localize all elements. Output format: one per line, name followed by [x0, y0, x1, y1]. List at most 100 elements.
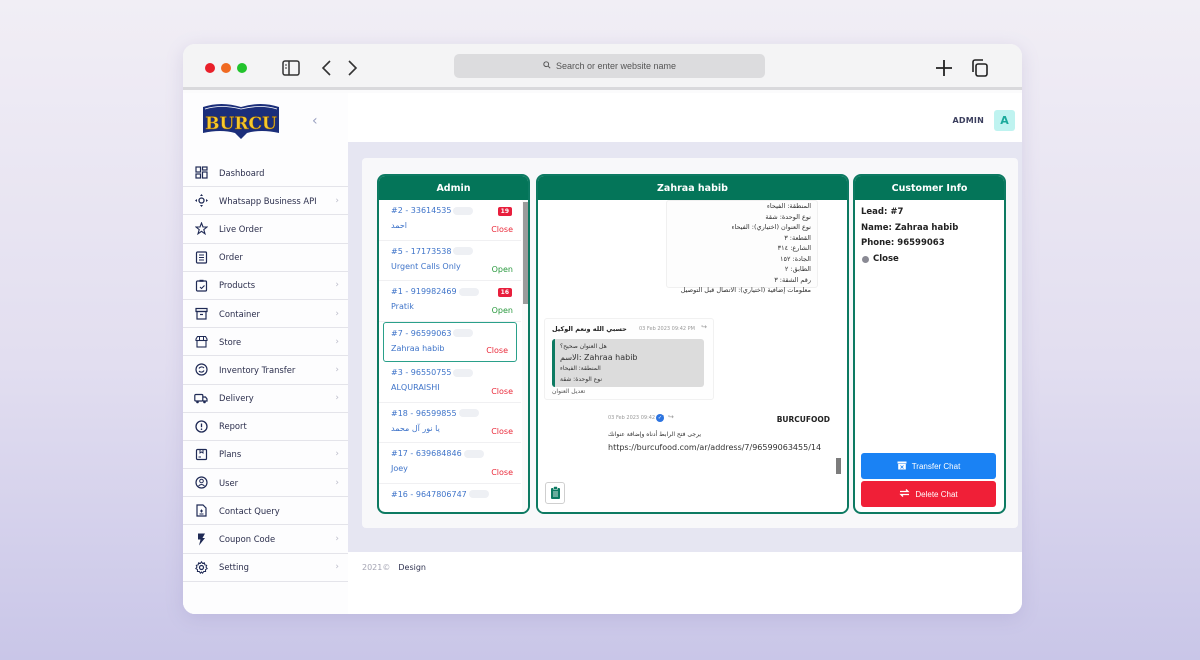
store-icon	[194, 335, 208, 349]
forward-icon[interactable]	[341, 57, 363, 79]
sidebar-item-inventory-transfer[interactable]: Inventory Transfer ›	[183, 356, 348, 385]
lead-number: Lead: #7	[861, 207, 904, 217]
quote-line: هل العنوان صحيح؟	[560, 343, 607, 350]
chevron-right-icon: ›	[335, 393, 339, 404]
tabs-icon[interactable]	[969, 57, 991, 79]
sidebar-item-delivery[interactable]: Delivery ›	[183, 385, 348, 413]
chevron-right-icon: ›	[335, 477, 339, 488]
clipboard-check-icon	[194, 278, 208, 292]
url-bar[interactable]: Search or enter website name	[454, 54, 765, 78]
sidebar-item-dashboard[interactable]: Dashboard	[183, 159, 348, 188]
conversation-item[interactable]: #18 - 96599855 يا نور آل محمد Close	[379, 403, 521, 443]
browser-toolbar: Search or enter website name	[183, 44, 1022, 90]
delete-chat-button[interactable]: Delete Chat	[861, 481, 996, 507]
message-text: يرجى فتح الرابط أدناه وإضافة عنوانك	[608, 431, 702, 438]
sidebar-item-report[interactable]: Report	[183, 413, 348, 441]
forward-icon[interactable]: ↪	[701, 323, 707, 331]
conversation-status: Open	[491, 305, 513, 315]
conversation-item[interactable]: #16 - 9647806747	[379, 484, 521, 513]
sidebar-item-products[interactable]: Products ›	[183, 272, 348, 300]
conversation-status: Close	[491, 386, 513, 396]
conversation-number: #3 - 96550755	[391, 368, 509, 377]
sidebar-item-label: Products	[219, 280, 256, 291]
forward-icon[interactable]: ↪	[668, 413, 674, 421]
conversation-status: Close	[491, 224, 513, 234]
browser-window: Search or enter website name BURCU ‹ Das…	[183, 44, 1022, 614]
chat-panel: Zahraa habib المنطقة: الفيحاء نوع الوحدة:…	[536, 174, 849, 514]
sidebar-item-store[interactable]: Store ›	[183, 328, 348, 357]
conversation-item[interactable]: #3 - 96550755 ALQURAISHI Close	[379, 362, 521, 403]
message-line: نوع الوحدة: شقة	[765, 212, 811, 221]
archive-icon	[194, 307, 208, 321]
sidebar-item-plans[interactable]: Plans ›	[183, 441, 348, 470]
plans-icon	[194, 447, 208, 461]
sidebar-item-label: Live Order	[219, 223, 263, 234]
conversation-number: #1 - 919982469	[391, 287, 509, 296]
maximize-window-button[interactable]	[237, 63, 247, 73]
customer-name: Name: Zahraa habib	[861, 222, 959, 233]
message-address-details: المنطقة: الفيحاء نوع الوحدة: شقة نوع العنو…	[666, 200, 818, 294]
admin-panel-title: Admin	[379, 176, 528, 200]
message-line: المنطقة: الفيحاء	[766, 202, 811, 210]
sidebar-item-user[interactable]: User ›	[183, 469, 348, 498]
sidebar-item-label: User	[219, 477, 239, 488]
sidebar-toggle-icon[interactable]	[280, 57, 302, 79]
dashboard-icon	[194, 166, 208, 180]
message-line: الطابق: ٢	[784, 265, 811, 273]
delete-chat-label: Delete Chat	[915, 489, 958, 499]
gear-icon	[194, 560, 208, 574]
logo-text: BURCU	[205, 114, 277, 134]
conversation-scroll-thumb[interactable]	[523, 202, 528, 304]
chat-scrollbar[interactable]	[836, 458, 841, 474]
unread-badge: 19	[497, 207, 512, 216]
sidebar-nav: Dashboard Whatsapp Business API › Live Orde…	[183, 159, 348, 582]
conversation-number: #16 - 9647806747	[391, 490, 509, 499]
customer-phone: Phone: 96599063	[861, 238, 945, 248]
unread-badge: 16	[497, 288, 512, 297]
conversation-item[interactable]: #7 - 96599063 Zahraa habib Close	[383, 321, 517, 362]
star-icon	[194, 222, 208, 236]
url-placeholder: Search or enter website name	[555, 61, 677, 71]
conversation-item[interactable]: #5 - 17173538 Urgent Calls Only Open	[379, 241, 521, 281]
sidebar-item-contact-query[interactable]: Contact Query	[183, 497, 348, 526]
close-window-button[interactable]	[205, 63, 215, 73]
sidebar-item-label: Plans	[219, 449, 242, 460]
footer-text: Design	[398, 563, 426, 572]
sidebar-item-live-order[interactable]: Live Order	[183, 215, 348, 244]
chevron-right-icon: ›	[335, 534, 339, 545]
sidebar-item-coupon-code[interactable]: Coupon Code ›	[183, 525, 348, 554]
customer-info-title: Customer Info	[855, 176, 1004, 200]
user-icon	[194, 476, 208, 490]
conversation-number: #17 - 639684846	[391, 449, 509, 458]
conversation-item[interactable]: #2 - 33614535 احمد Close 19	[379, 200, 521, 241]
clipboard-button[interactable]	[545, 482, 565, 504]
conversation-item[interactable]: #1 - 919982469 Pratik Open 16	[379, 281, 521, 322]
collapse-sidebar-icon[interactable]: ‹	[312, 113, 318, 129]
status-label: Close	[873, 253, 899, 264]
conversation-item[interactable]: #17 - 639684846 Joey Close	[379, 443, 521, 484]
back-icon[interactable]	[316, 57, 338, 79]
conversation-number: #5 - 17173538	[391, 247, 509, 256]
sidebar-item-setting[interactable]: Setting ›	[183, 554, 348, 582]
footer: 2021© Design	[362, 563, 426, 572]
sidebar-item-order[interactable]: Order	[183, 244, 348, 272]
message-line: القطعة: ٣	[784, 233, 811, 242]
address-link[interactable]: https://burcufood.com/ar/address/7/96599…	[608, 443, 821, 452]
sidebar-item-label: Container	[219, 308, 260, 319]
message-line: رقم الشقة: ٣	[774, 275, 811, 284]
transfer-chat-button[interactable]: Transfer Chat	[861, 453, 996, 479]
message-sender: حسبي الله ونعم الوكيل	[552, 325, 627, 333]
avatar[interactable]: A	[994, 110, 1015, 131]
burcu-logo[interactable]: BURCU	[199, 101, 283, 141]
sidebar: BURCU ‹ Dashboard Whatsapp Business API › L…	[183, 93, 348, 614]
chevron-right-icon: ›	[335, 562, 339, 573]
sidebar-item-whatsapp-business-api[interactable]: Whatsapp Business API ›	[183, 187, 348, 216]
sidebar-item-container[interactable]: Container ›	[183, 300, 348, 329]
conversation-status: Close	[491, 427, 513, 436]
minimize-window-button[interactable]	[221, 63, 231, 73]
new-tab-icon[interactable]	[933, 57, 955, 79]
user-area: ADMIN A	[953, 110, 1015, 131]
sidebar-item-label: Store	[219, 336, 242, 347]
alert-icon	[194, 419, 208, 433]
conversation-number: #18 - 96599855	[391, 409, 509, 418]
